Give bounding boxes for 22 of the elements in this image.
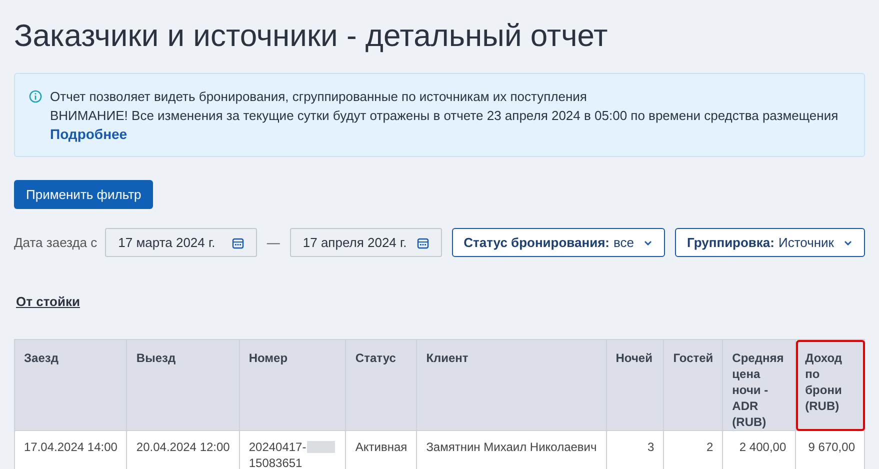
- more-link[interactable]: Подробнее: [50, 125, 128, 144]
- apply-filter-button[interactable]: Применить фильтр: [14, 180, 154, 209]
- column-header[interactable]: Статус: [346, 340, 417, 430]
- date-label: Дата заезда с: [14, 234, 98, 252]
- table-cell: 17.04.2024 14:00: [14, 430, 127, 469]
- column-header[interactable]: Гостей: [664, 340, 723, 430]
- column-header[interactable]: Средняя цена ночи - ADR (RUB): [722, 340, 796, 430]
- info-text: ВНИМАНИЕ! Все изменения за текущие сутки будут отражены в отчете 23 апреля 2024 в 05:00 по времени средства размещения: [50, 107, 838, 125]
- range-separator: —: [266, 234, 280, 252]
- date-field[interactable]: 17 апреля 2024 г.: [290, 228, 442, 257]
- column-header[interactable]: Клиент: [416, 340, 606, 430]
- column-header[interactable]: Выезд: [126, 340, 240, 430]
- column-header[interactable]: Доход по брони (RUB): [796, 340, 864, 430]
- filter-dropdown[interactable]: Группировка: Источник: [674, 228, 865, 257]
- column-header[interactable]: Заезд: [14, 340, 127, 430]
- info-text: Отчет позволяет видеть бронирования, сгруппированные по источникам их поступления: [50, 88, 588, 106]
- date-field[interactable]: 17 марта 2024 г.: [105, 228, 257, 257]
- page-title: Заказчики и источники - детальный отчет: [14, 17, 609, 55]
- section-link[interactable]: От стойки: [16, 294, 80, 309]
- column-header[interactable]: Номер: [239, 340, 346, 430]
- filter-dropdown[interactable]: Статус бронирования: все: [452, 228, 665, 257]
- column-header[interactable]: Ночей: [606, 340, 664, 430]
